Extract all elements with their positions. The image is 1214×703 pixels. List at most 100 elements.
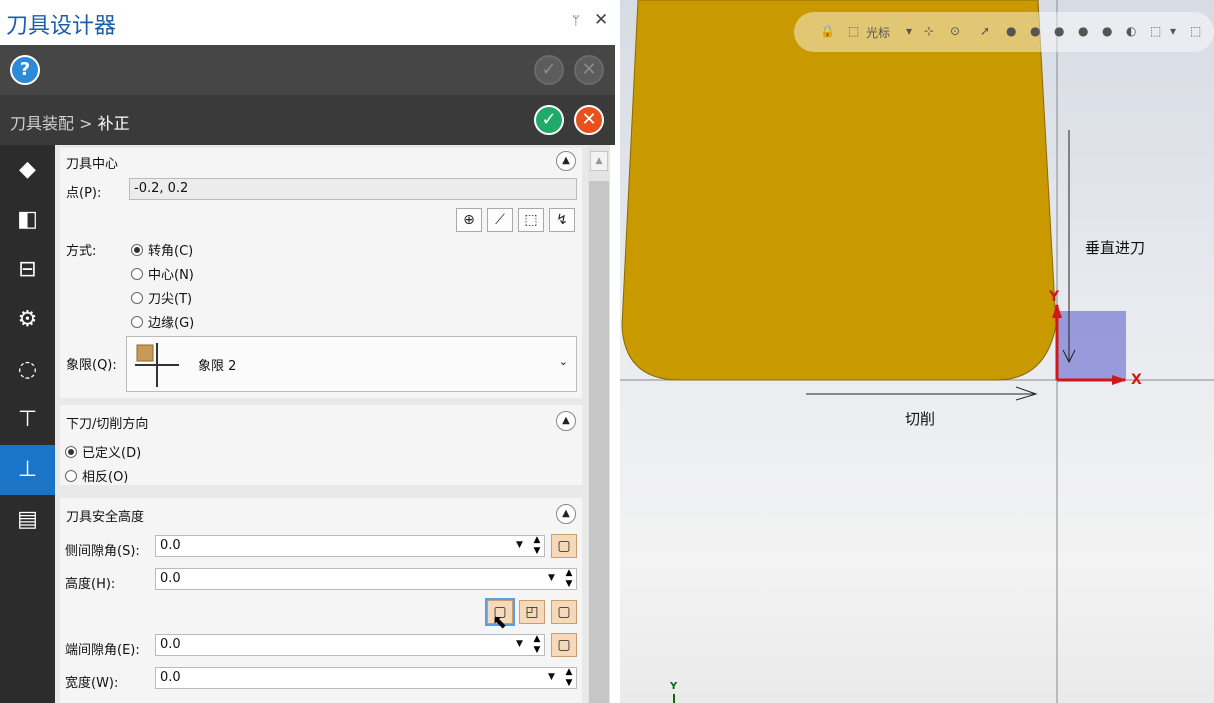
pointer-icon[interactable]: ➚ [980,24,990,38]
report-icon: ▤ [17,507,38,532]
pick-side-clearance-button[interactable]: ▢ [551,534,577,558]
shade-icon-2[interactable]: ● [1030,24,1040,38]
cancel-button[interactable]: ✕ [574,105,604,135]
scrollbar[interactable]: ▲ [588,145,610,703]
crosshair-pick-button[interactable]: ⊕ [456,208,482,232]
quadrant-icon [135,343,179,387]
scroll-thumb[interactable] [589,181,609,703]
radio-method-corner[interactable]: 转角(C) [131,240,193,259]
width-input[interactable]: 0.0 [155,667,577,689]
radio-method-center[interactable]: 中心(N) [131,264,194,283]
collapse-button[interactable]: ▲ [556,151,576,171]
action-bar: ? ✓ ✕ [0,45,615,95]
sidebar-item-offset[interactable]: ⊥ [0,445,55,495]
line-pick-button[interactable]: ⟋ [487,208,513,232]
xyz-icon[interactable]: ⊹ [924,24,934,38]
collapse-button[interactable]: ▲ [556,504,576,524]
page-bar: 刀具装配 > 补正 ✓ ✕ [0,95,615,145]
holder-icon: ◧ [17,207,38,232]
radio-direction-defined[interactable]: 已定义(D) [65,442,141,461]
help-icon[interactable]: ? [10,55,40,85]
spin-buttons[interactable]: ▲ ▼ [559,568,579,590]
axis-y-label: Y [1049,289,1060,305]
chevron-down-icon[interactable]: ▾ [1170,24,1176,38]
window-title: 刀具设计器 [6,14,117,39]
breadcrumb-separator: > [79,114,93,133]
sidebar-item-holder[interactable]: ◧ [0,195,55,245]
dropdown-arrow-icon[interactable]: ▼ [516,540,523,550]
spin-buttons[interactable]: ▲ ▼ [527,535,547,557]
sidebar-item-insert[interactable]: ◆ [0,145,55,195]
radio-method-tip[interactable]: 刀尖(T) [131,288,192,307]
viewport-canvas [620,0,1214,703]
corner-pick-button[interactable]: ⬚ [518,208,544,232]
sidebar-item-clamp[interactable]: ⊤ [0,395,55,445]
ok-button[interactable]: ✓ [534,105,564,135]
end-clearance-label: 端间隙角(E): [65,643,140,658]
clamp-icon: ⊤ [17,407,38,432]
height-pick-button-3[interactable]: ▢ [551,600,577,624]
disabled-ok-button: ✓ [534,55,564,85]
close-icon[interactable]: ✕ [594,10,608,30]
radio-direction-reverse[interactable]: 相反(O) [65,466,128,485]
sidebar-item-assembly[interactable]: ⊟ [0,245,55,295]
section-title: 刀具中心 [66,157,119,172]
assembly-icon: ⊟ [18,257,37,282]
collapse-button[interactable]: ▲ [556,411,576,431]
cursor-mode-label[interactable]: 光标 [866,24,890,41]
cut-label: 切削 [905,410,936,428]
graphics-viewport[interactable]: 垂直进刀 切削 Y X Y [620,0,1214,703]
quadrant-select[interactable]: 象限 2 ⌄ [126,336,577,392]
height-input[interactable]: 0.0 [155,568,577,590]
sweep-icon: ◌ [17,357,38,382]
section-safety: 刀具安全高度 ▲ 侧间隙角(S): 0.0 ▼ ▲ ▼ ▢ 高度(H): 0.0 … [60,498,582,703]
disabled-cancel-button: ✕ [574,55,604,85]
arc-pick-button[interactable]: ↯ [549,208,575,232]
shade-icon-5[interactable]: ● [1102,24,1112,38]
view-toolbar: 🔒 ⬚ 光标 ▾ ⊹ ⊙ ➚ ● ● ● ● ● ◐ ⬚ ▾ ⬚ [794,12,1214,52]
vertical-feed-label: 垂直进刀 [1085,239,1146,257]
color-icon[interactable]: ◐ [1126,24,1136,38]
offset-icon: ⊥ [17,457,38,482]
sidebar-item-sweep[interactable]: ◌ [0,345,55,395]
mouse-cursor-icon: ⬉ [492,612,508,633]
breadcrumb-current: 补正 [97,114,130,133]
lock-icon[interactable]: 🔒 [820,24,835,38]
breadcrumb-parent[interactable]: 刀具装配 [10,114,74,133]
spin-buttons[interactable]: ▲ ▼ [527,634,547,656]
height-pick-button-2[interactable]: ◰ [519,600,545,624]
origin-icon[interactable]: ⊙ [950,24,960,38]
shade-icon-3[interactable]: ● [1054,24,1064,38]
settings-icon: ⚙ [17,307,38,332]
sidebar: ◆ ◧ ⊟ ⚙ ◌ ⊤ ⊥ ▤ [0,145,55,703]
dropdown-arrow-icon[interactable]: ▼ [516,639,523,649]
dropdown-arrow-icon[interactable]: ▼ [548,573,555,583]
select-mode-icon[interactable]: ⬚ [1150,24,1161,38]
height-label: 高度(H): [65,577,116,592]
quadrant-label: 象限(Q): [66,358,117,373]
sidebar-item-settings[interactable]: ⚙ [0,295,55,345]
width-label: 宽度(W): [65,676,119,691]
chevron-down-icon[interactable]: ▾ [906,24,912,38]
dropdown-arrow-icon[interactable]: ▼ [548,672,555,682]
point-label: 点(P): [66,186,102,201]
spin-buttons[interactable]: ▲ ▼ [559,667,579,689]
cursor-select-icon[interactable]: ⬚ [848,24,859,38]
shade-icon-4[interactable]: ● [1078,24,1088,38]
sidebar-item-report[interactable]: ▤ [0,495,55,545]
radio-method-edge[interactable]: 边缘(G) [131,312,194,331]
settings-content: 刀具中心 ▲ 点(P): -0.2, 0.2 ⊕ ⟋ ⬚ ↯ 方式: 转角(C)… [55,145,588,703]
scroll-up-button[interactable]: ▲ [590,151,608,171]
section-tool-center: 刀具中心 ▲ 点(P): -0.2, 0.2 ⊕ ⟋ ⬚ ↯ 方式: 转角(C)… [60,148,582,398]
point-field[interactable]: -0.2, 0.2 [129,178,577,200]
axis-x-label: X [1131,372,1142,388]
side-clearance-input[interactable]: 0.0 [155,535,545,557]
end-clearance-input[interactable]: 0.0 [155,634,545,656]
pin-icon[interactable]: ᛘ [572,14,580,29]
shade-icon-1[interactable]: ● [1006,24,1016,38]
pick-end-clearance-button[interactable]: ▢ [551,633,577,657]
section-title: 下刀/切削方向 [66,417,149,432]
quadrant-value: 象限 2 [198,359,237,374]
tool-insert-shape [621,0,1057,381]
window-select-icon[interactable]: ⬚ [1190,24,1201,38]
